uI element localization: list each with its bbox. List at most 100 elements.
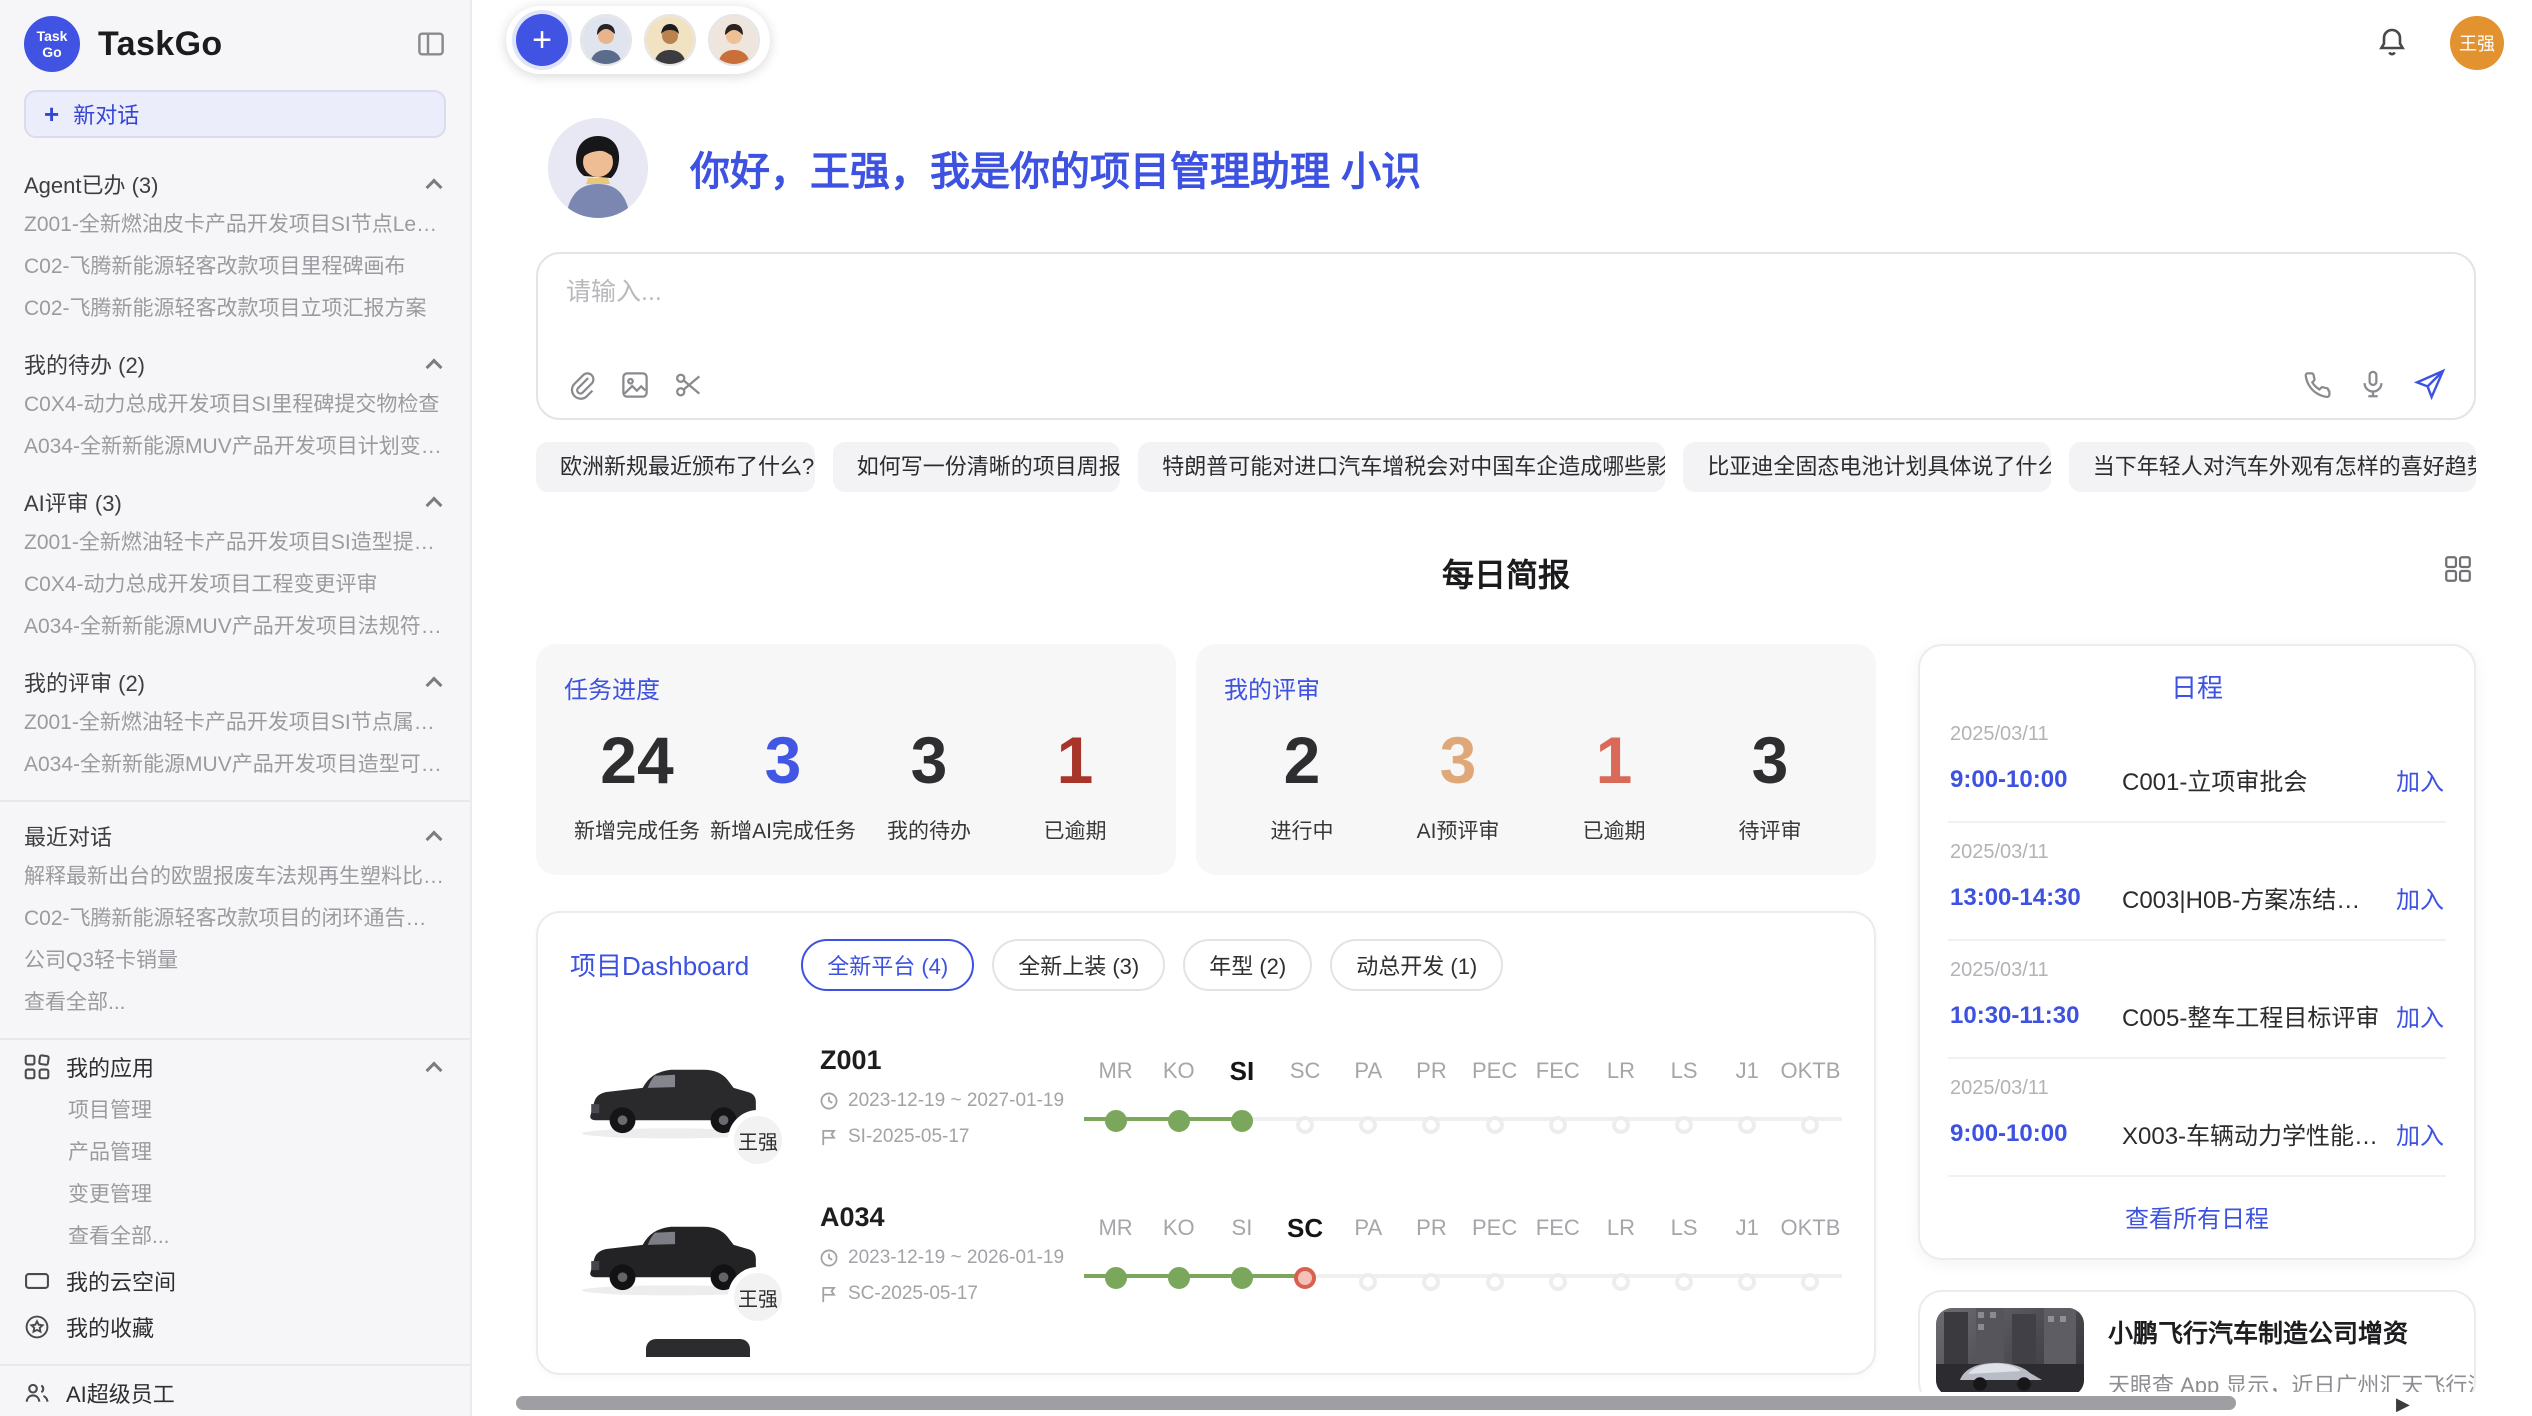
recent-chat-item[interactable]: 解释最新出台的欧盟报废车法规再生塑料比例被调至15%... [24, 856, 446, 898]
recent-chat-item[interactable]: 查看全部... [24, 982, 446, 1024]
milestone: MR [1084, 1053, 1147, 1139]
member-avatar-2[interactable] [644, 14, 696, 66]
schedule-time: 9:00-10:00 [1950, 1120, 2122, 1148]
recent-chat-item[interactable]: 公司Q3轻卡销量 [24, 940, 446, 982]
project-row-a034[interactable]: 王强 A034 2023-12-19 ~ 2026-01-19 SC-2025-… [570, 1202, 1842, 1305]
project-owner-badge: 王强 [728, 1110, 788, 1170]
milestone: SI [1210, 1053, 1273, 1139]
app-link[interactable]: 查看全部... [24, 1216, 446, 1258]
app-link[interactable]: 项目管理 [24, 1090, 446, 1132]
app-link[interactable]: 变更管理 [24, 1174, 446, 1216]
schedule-list: 2025/03/11 9:00-10:00 C001-立项审批会 加入 2025… [1948, 705, 2446, 1177]
conversation-item[interactable]: Z001-全新燃油皮卡产品开发项目SI节点Lesson Learn报告 [24, 204, 446, 246]
project-code: Z001 [820, 1045, 1076, 1076]
layout-grid-icon[interactable] [2444, 554, 2472, 591]
horizontal-scrollbar: ▶ [472, 1392, 2532, 1416]
milestone-label: J1 [1716, 1210, 1779, 1246]
recent-chat-item[interactable]: C02-飞腾新能源轻客改款项目的闭环通告反馈情况 [24, 898, 446, 940]
milestone-track: MR KO SI SC [1084, 1053, 1842, 1139]
sidebar-collapse-icon[interactable] [416, 29, 446, 59]
user-avatar[interactable]: 王强 [2450, 16, 2504, 70]
milestone-dot [1168, 1267, 1190, 1289]
sidebar-item-ai-staff[interactable]: AI超级员工 [24, 1370, 446, 1416]
app-grid-icon [24, 1054, 50, 1080]
join-link[interactable]: 加入 [2396, 762, 2444, 797]
sidebar-nav: Agent已办 (3) Z001-全新燃油皮卡产品开发项目SI节点Lesson … [0, 150, 470, 1416]
notification-bell-icon[interactable] [2376, 26, 2408, 66]
scroll-right-arrow[interactable]: ▶ [2396, 1394, 2410, 1415]
suggestion-chip[interactable]: 如何写一份清晰的项目周报 [833, 442, 1121, 492]
milestone-dot-track [1463, 1256, 1526, 1296]
sidebar-item-my-apps[interactable]: 我的应用 [24, 1044, 446, 1090]
conversation-item[interactable]: C0X4-动力总成开发项目工程变更评审 [24, 564, 446, 606]
view-all-schedule-link[interactable]: 查看所有日程 [1948, 1177, 2446, 1238]
member-avatar-1[interactable] [580, 14, 632, 66]
suggestion-chip[interactable]: 欧洲新规最近颁布了什么? [536, 442, 815, 492]
dashboard-tab[interactable]: 年型 (2) [1183, 939, 1312, 991]
new-chat-button[interactable]: + 新对话 [24, 90, 446, 138]
phone-icon[interactable] [2302, 369, 2332, 399]
dashboard-tab[interactable]: 动总开发 (1) [1330, 939, 1503, 991]
milestone-dot [1231, 1267, 1253, 1289]
microphone-icon[interactable] [2358, 369, 2388, 399]
send-icon[interactable] [2414, 368, 2446, 400]
member-avatar-3[interactable] [708, 14, 760, 66]
conversation-item[interactable]: C0X4-动力总成开发项目SI里程碑提交物检查 [24, 384, 446, 426]
milestone-dot [1422, 1116, 1440, 1134]
dashboard-header: 项目Dashboard 全新平台 (4)全新上装 (3)年型 (2)动总开发 (… [570, 939, 1842, 991]
conversation-item[interactable]: A034-全新新能源MUV产品开发项目计划变更表编写 [24, 426, 446, 468]
milestone: LS [1653, 1210, 1716, 1296]
image-icon[interactable] [620, 370, 650, 400]
dashboard-tab[interactable]: 全新上装 (3) [992, 939, 1165, 991]
new-chat-label: 新对话 [73, 98, 139, 130]
my-review-stats: 2 进行中 3 AI预评审 1 已逾期 3 待 [1224, 723, 1848, 845]
add-agent-button[interactable]: + [516, 14, 568, 66]
section-title: 最近对话 [24, 820, 112, 852]
stat-value: 1 [1002, 723, 1148, 799]
my-apps-label: 我的应用 [66, 1051, 154, 1083]
suggestion-chip[interactable]: 比亚迪全固态电池计划具体说了什么 [1683, 442, 2050, 492]
schedule-item: 2025/03/11 13:00-14:30 C003|H0B-方案冻结评审 加… [1948, 823, 2446, 941]
clock-icon [820, 1249, 838, 1267]
milestone: OKTB [1779, 1210, 1842, 1296]
schedule-time: 13:00-14:30 [1950, 884, 2122, 912]
milestone: LR [1589, 1053, 1652, 1139]
conversation-item[interactable]: Z001-全新燃油轻卡产品开发项目SI造型提交物评审 [24, 522, 446, 564]
project-row-z001[interactable]: 王强 Z001 2023-12-19 ~ 2027-01-19 SI-2025-… [570, 1045, 1842, 1148]
milestone-dot-track [1147, 1256, 1210, 1296]
milestone-dot-track [1589, 1099, 1652, 1139]
project-dashboard-card: 项目Dashboard 全新平台 (4)全新上装 (3)年型 (2)动总开发 (… [536, 911, 1876, 1375]
sidebar-item-cloud-space[interactable]: 我的云空间 [24, 1258, 446, 1304]
dashboard-tab[interactable]: 全新平台 (4) [801, 939, 974, 991]
section-header-my-todo[interactable]: 我的待办 (2) [24, 344, 446, 384]
conversation-item[interactable]: C02-飞腾新能源轻客改款项目立项汇报方案 [24, 288, 446, 330]
join-link[interactable]: 加入 [2396, 1116, 2444, 1151]
milestone-label: SC [1274, 1053, 1337, 1089]
conversation-item[interactable]: Z001-全新燃油轻卡产品开发项目SI节点属性5D文件评审 [24, 702, 446, 744]
chevron-up-icon [426, 359, 443, 376]
section-header-recent-chats[interactable]: 最近对话 [24, 816, 446, 856]
suggestion-chip[interactable]: 当下年轻人对汽车外观有怎样的喜好趋势 [2069, 442, 2476, 492]
attachment-icon[interactable] [566, 370, 596, 400]
news-card[interactable]: 小鹏飞行汽车制造公司增资 天眼查 App 显示，近日广州汇天飞行汽 [1918, 1290, 2476, 1406]
milestone-dot [1296, 1116, 1314, 1134]
milestone-dot-track [1337, 1099, 1400, 1139]
app-link[interactable]: 产品管理 [24, 1132, 446, 1174]
section-header-my-review[interactable]: 我的评审 (2) [24, 662, 446, 702]
sidebar-item-favorites[interactable]: 我的收藏 [24, 1304, 446, 1350]
join-link[interactable]: 加入 [2396, 880, 2444, 915]
section-header-ai-review[interactable]: AI评审 (3) [24, 482, 446, 522]
milestone: PEC [1463, 1053, 1526, 1139]
scissors-icon[interactable] [674, 370, 704, 400]
suggestion-chip[interactable]: 特朗普可能对进口汽车增税会对中国车企造成哪些影响 [1138, 442, 1665, 492]
chat-input[interactable] [566, 278, 2446, 307]
join-link[interactable]: 加入 [2396, 998, 2444, 1033]
milestone: PA [1337, 1053, 1400, 1139]
milestone: J1 [1716, 1210, 1779, 1296]
milestone-dot [1105, 1110, 1127, 1132]
scrollbar-thumb[interactable] [516, 1396, 2236, 1410]
conversation-item[interactable]: A034-全新新能源MUV产品开发项目法规符合性评审 [24, 606, 446, 648]
conversation-item[interactable]: C02-飞腾新能源轻客改款项目里程碑画布 [24, 246, 446, 288]
conversation-item[interactable]: A034-全新新能源MUV产品开发项目造型可行性评审 [24, 744, 446, 786]
section-header-agent-done[interactable]: Agent已办 (3) [24, 164, 446, 204]
